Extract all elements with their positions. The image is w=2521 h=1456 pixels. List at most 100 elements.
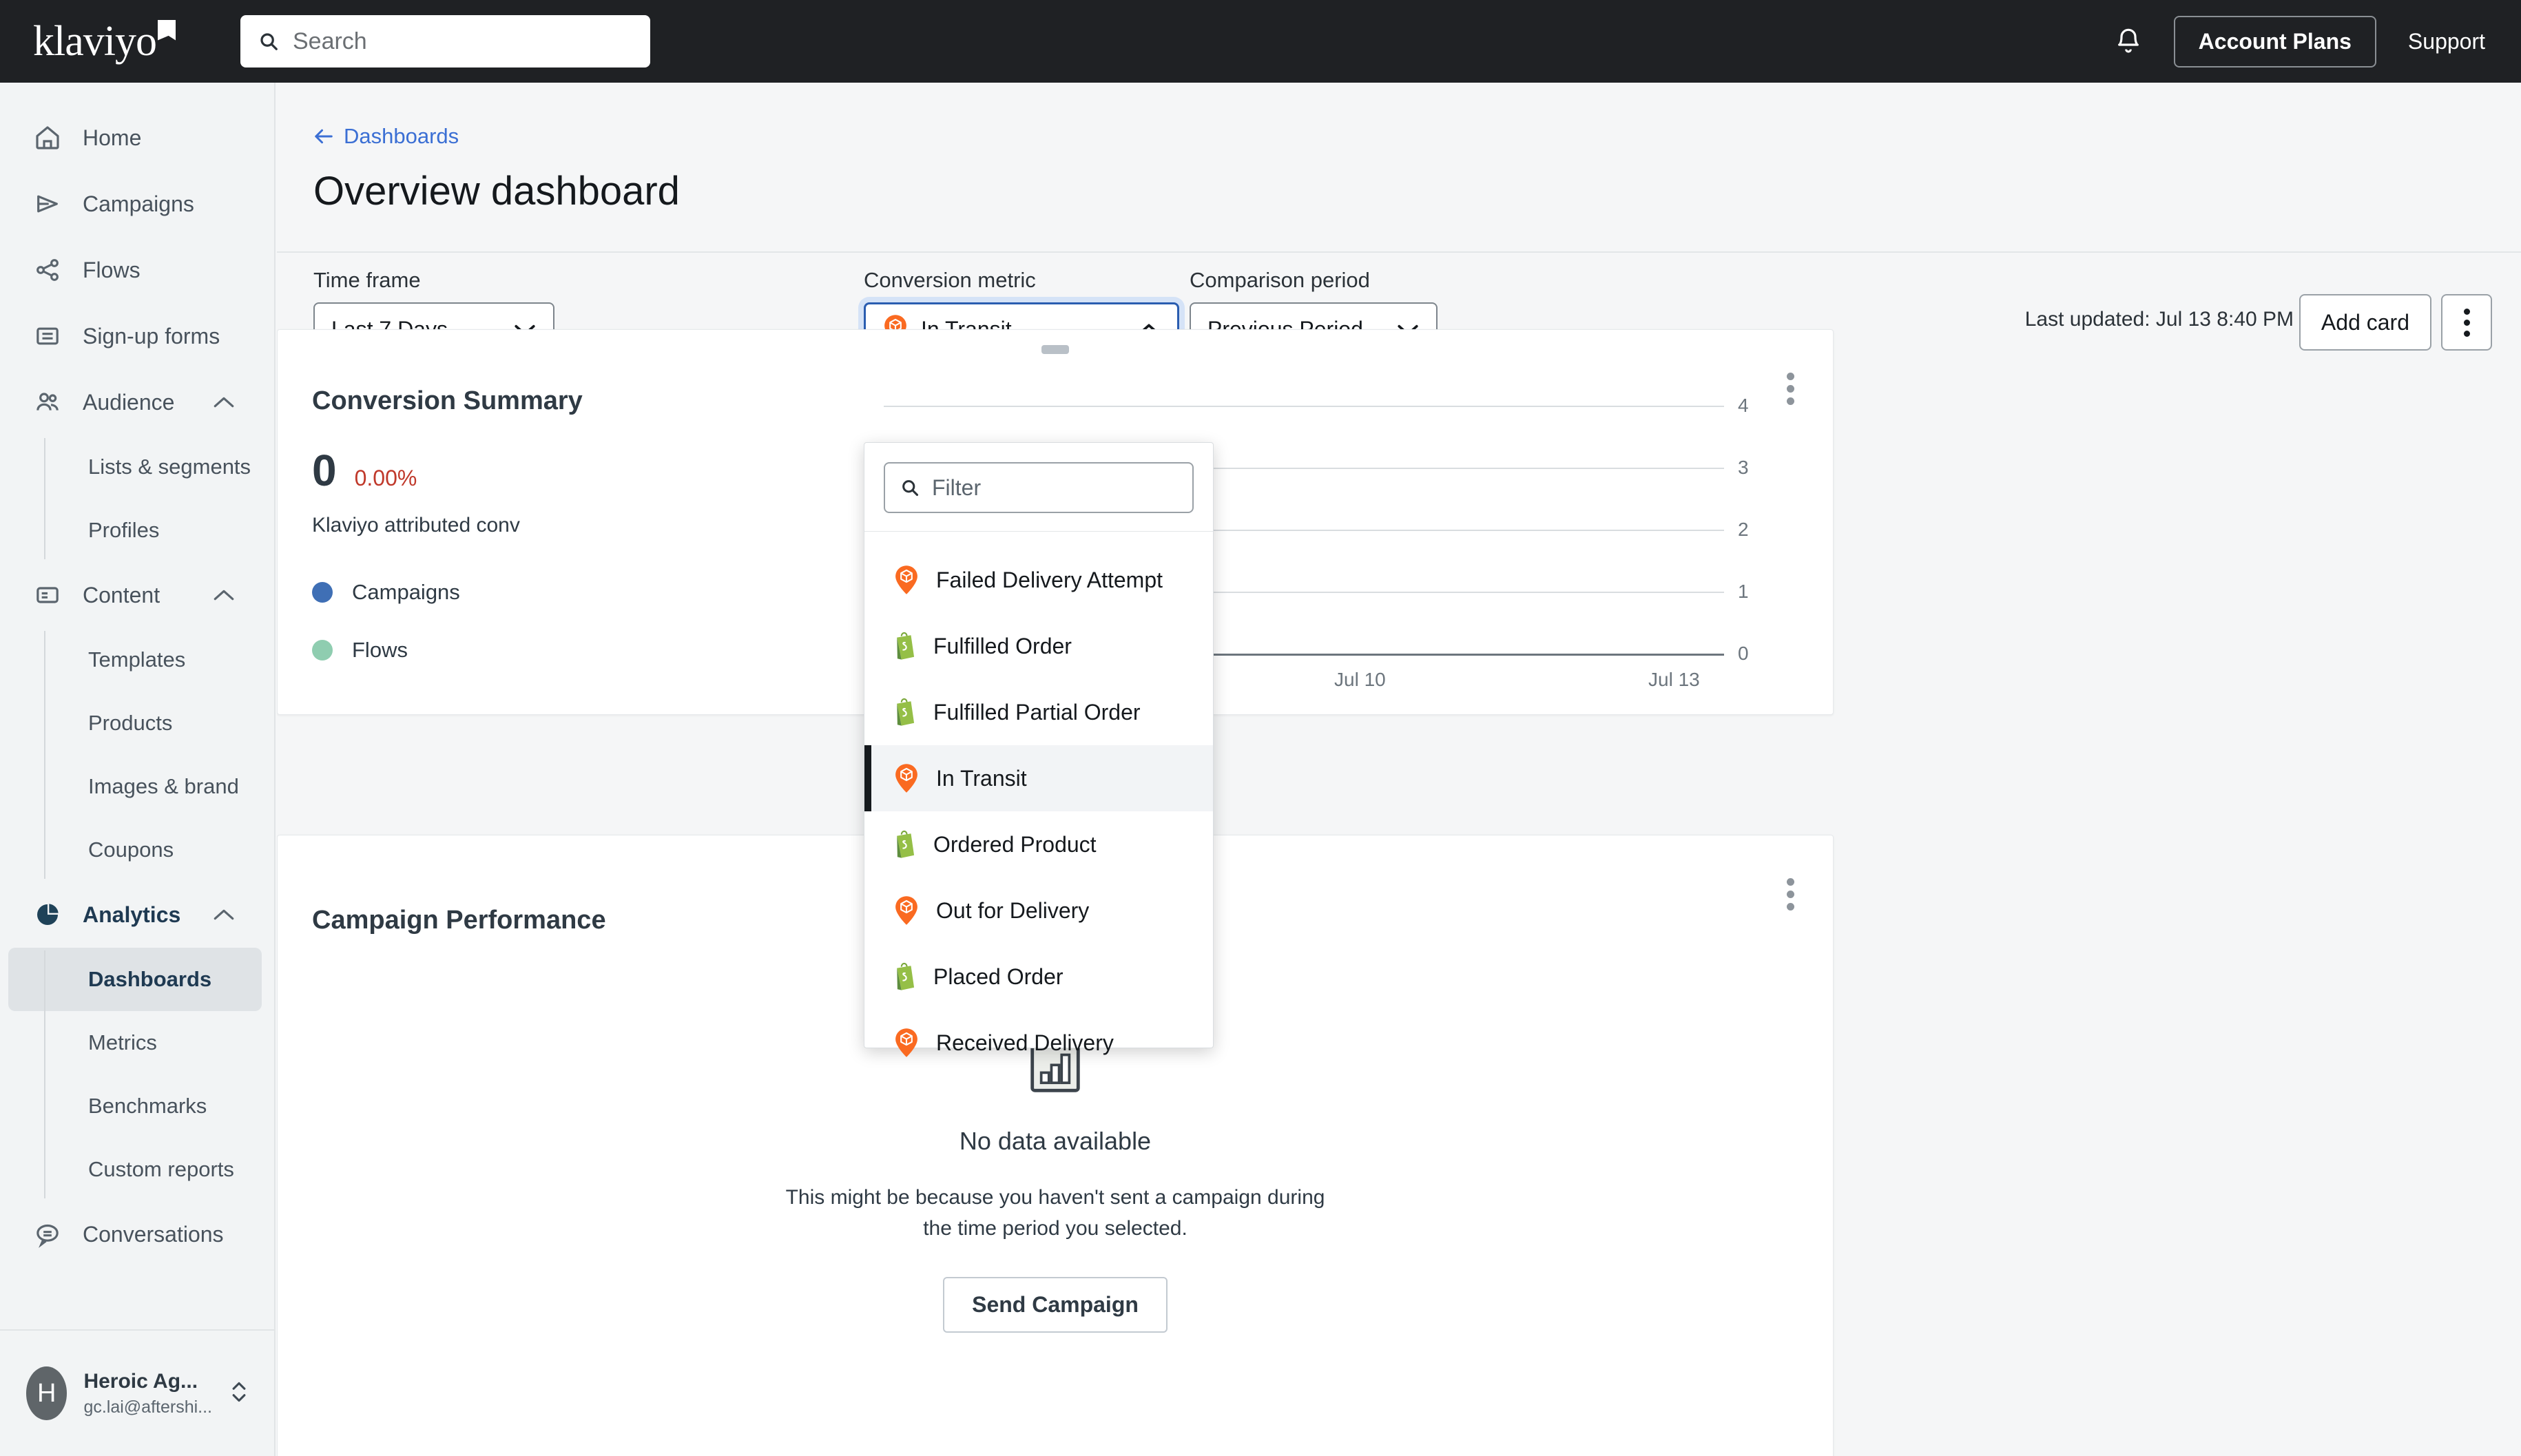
search-placeholder-text: Search [293,28,367,55]
dropdown-filter-wrap: Filter [864,443,1213,532]
campaigns-send-icon [33,189,62,218]
dropdown-option-failed-delivery-attempt[interactable]: Failed Delivery Attempt [864,547,1213,613]
conversion-metric-label: Conversion metric [864,268,1179,293]
dropdown-option-fulfilled-partial-order[interactable]: Fulfilled Partial Order [864,679,1213,745]
gridline [884,406,1724,407]
avatar: H [26,1366,67,1420]
sidebar-item-benchmarks[interactable]: Benchmarks [0,1074,274,1138]
logo-flag-icon [158,20,176,41]
sidebar-subitem-label: Coupons [88,838,174,862]
dropdown-option-received-delivery[interactable]: Received Delivery [864,1010,1213,1076]
empty-state: No data available This might be because … [278,1042,1833,1333]
account-plans-button[interactable]: Account Plans [2174,16,2376,67]
left-sidebar: Home Campaigns Flows [0,83,276,1456]
dropdown-option-list: Failed Delivery Attempt Fulfilled Order [864,532,1213,1076]
card-options-button[interactable] [1787,373,1794,405]
shopify-bag-icon [893,698,917,727]
comparison-period-label: Comparison period [1190,268,1438,293]
dropdown-filter-input[interactable]: Filter [884,462,1194,513]
sidebar-item-home[interactable]: Home [0,105,274,171]
search-icon [900,478,920,497]
sidebar-item-conversations[interactable]: Conversations [0,1201,274,1267]
user-name: Heroic Ag... [83,1370,212,1393]
sidebar-item-metrics[interactable]: Metrics [0,1011,274,1074]
support-link[interactable]: Support [2408,29,2485,54]
aftership-pin-icon [893,763,920,793]
dropdown-option-out-for-delivery[interactable]: Out for Delivery [864,877,1213,944]
home-icon [33,123,62,152]
dropdown-option-label: Failed Delivery Attempt [936,568,1163,593]
notification-bell-icon[interactable] [2115,27,2142,56]
sidebar-item-label: Audience [83,390,174,415]
chevron-up-icon[interactable] [212,902,236,928]
sidebar-item-lists-segments[interactable]: Lists & segments [0,435,274,499]
y-tick-label: 2 [1738,519,1749,541]
audience-subnav: Lists & segments Profiles [0,435,274,562]
conversations-chat-icon [33,1220,62,1249]
card-options-button[interactable] [1787,878,1794,911]
legend-item-campaigns[interactable]: Campaigns [312,580,583,605]
up-down-chevron-icon[interactable] [229,1377,249,1411]
dropdown-option-label: Out for Delivery [936,898,1089,924]
chevron-up-icon[interactable] [212,390,236,415]
signup-form-icon [33,322,62,351]
dropdown-option-placed-order[interactable]: Placed Order [864,944,1213,1010]
y-tick-label: 0 [1738,643,1749,665]
sidebar-item-profiles[interactable]: Profiles [0,499,274,562]
dropdown-option-label: Placed Order [933,964,1064,990]
klaviyo-logo[interactable]: klaviyo [33,17,156,66]
legend-label: Flows [352,638,408,663]
content-subnav: Templates Products Images & brand Coupon… [0,628,274,882]
dropdown-filter-placeholder: Filter [932,475,981,501]
sidebar-item-content[interactable]: Content [0,562,274,628]
conversion-metric-dropdown: Filter Failed Delivery Attempt [864,442,1214,1048]
dashboard-options-button[interactable] [2441,294,2492,351]
sidebar-item-label: Conversations [83,1222,224,1247]
sidebar-item-flows[interactable]: Flows [0,237,274,303]
aftership-pin-icon [893,565,920,595]
flows-nodes-icon [33,256,62,284]
sidebar-item-custom-reports[interactable]: Custom reports [0,1138,274,1201]
aftership-pin-icon [893,1028,920,1058]
dropdown-option-ordered-product[interactable]: Ordered Product [864,811,1213,877]
drag-handle-icon[interactable] [1041,345,1069,354]
sidebar-subitem-label: Benchmarks [88,1094,207,1119]
y-tick-label: 4 [1738,395,1749,417]
dropdown-option-label: Fulfilled Order [933,634,1072,659]
dropdown-option-fulfilled-order[interactable]: Fulfilled Order [864,613,1213,679]
sidebar-subitem-label: Dashboards [88,967,211,992]
sidebar-item-images-brand[interactable]: Images & brand [0,755,274,818]
add-card-button[interactable]: Add card [2299,294,2431,351]
sidebar-item-label: Content [83,583,160,608]
shopify-bag-icon [893,962,917,991]
sidebar-item-analytics[interactable]: Analytics [0,882,274,948]
time-frame-label: Time frame [313,268,554,293]
kebab-menu-icon [1787,373,1794,405]
dropdown-option-label: In Transit [936,766,1027,791]
sidebar-subitem-label: Metrics [88,1030,157,1055]
sidebar-item-coupons[interactable]: Coupons [0,818,274,882]
arrow-left-icon [313,127,334,145]
sidebar-subitem-label: Profiles [88,518,159,543]
user-account-switcher[interactable]: H Heroic Ag... gc.lai@aftershi... [0,1329,276,1456]
card-title: Campaign Performance [312,906,606,935]
chevron-up-icon[interactable] [212,583,236,608]
sidebar-item-campaigns[interactable]: Campaigns [0,171,274,237]
dropdown-option-in-transit[interactable]: In Transit [864,745,1213,811]
breadcrumb[interactable]: Dashboards [313,124,2521,149]
top-navigation-bar: klaviyo Search Account Plans Support [0,0,2521,83]
sidebar-item-dashboards[interactable]: Dashboards [8,948,262,1011]
sidebar-item-products[interactable]: Products [0,691,274,755]
breadcrumb-label: Dashboards [344,124,459,149]
empty-state-description: This might be because you haven't sent a… [780,1182,1331,1244]
sidebar-item-templates[interactable]: Templates [0,628,274,691]
legend-item-flows[interactable]: Flows [312,638,583,663]
sidebar-item-signup-forms[interactable]: Sign-up forms [0,303,274,369]
sidebar-subitem-label: Lists & segments [88,455,251,479]
analytics-subnav: Dashboards Metrics Benchmarks Custom rep… [0,948,274,1201]
send-campaign-button[interactable]: Send Campaign [943,1277,1168,1333]
sidebar-item-audience[interactable]: Audience [0,369,274,435]
sidebar-item-label: Sign-up forms [83,324,220,349]
global-search-input[interactable]: Search [240,15,650,67]
conversion-subtitle: Klaviyo attributed conv [312,514,583,537]
